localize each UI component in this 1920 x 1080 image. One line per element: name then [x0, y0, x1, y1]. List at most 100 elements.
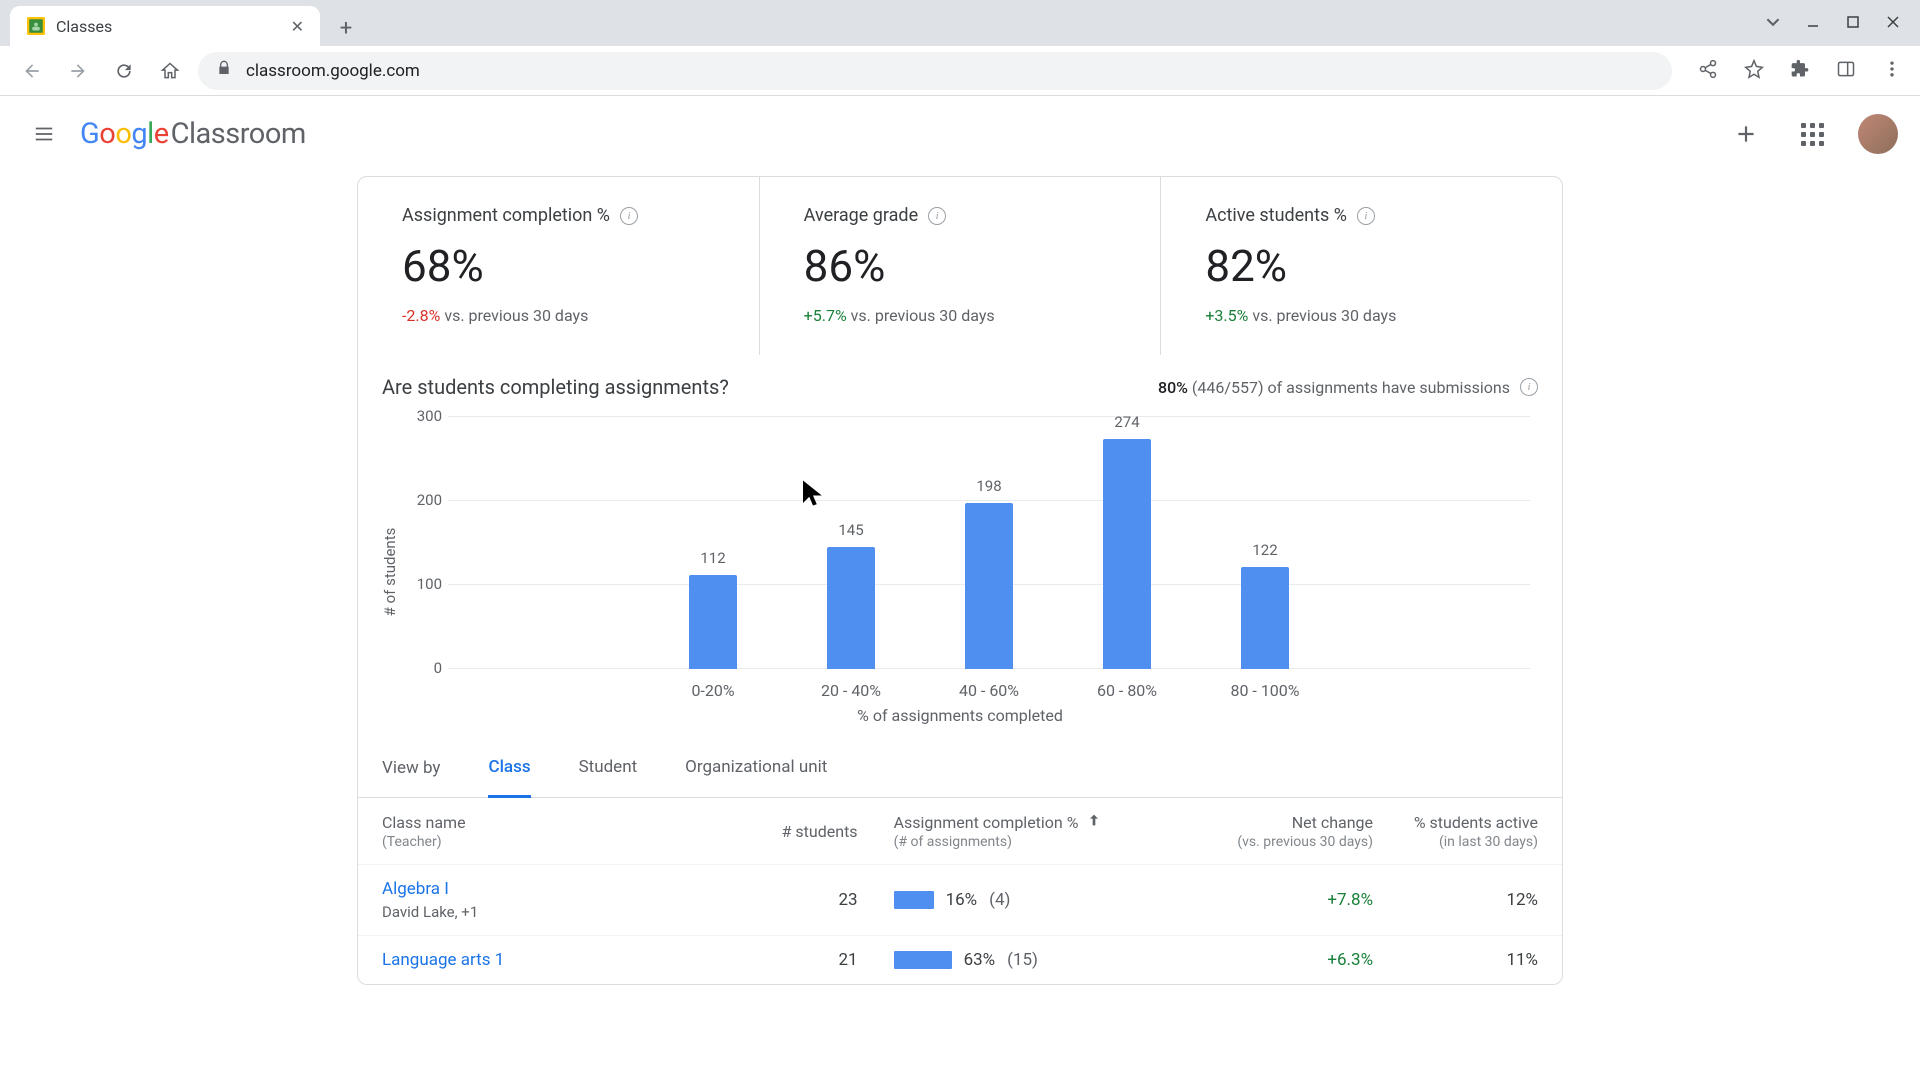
table-body: Algebra I David Lake, +1 23 16% (4) +7.8…: [358, 864, 1562, 984]
cell-netchange: +7.8%: [1327, 890, 1373, 910]
bar[interactable]: 145 20 - 40%: [827, 547, 875, 669]
tab-student[interactable]: Student: [579, 739, 638, 798]
address-bar[interactable]: classroom.google.com: [198, 52, 1672, 90]
create-button[interactable]: [1726, 114, 1766, 154]
new-tab-button[interactable]: +: [328, 10, 364, 46]
stat-card: Active students % i 82% +3.5% vs. previou…: [1160, 177, 1562, 355]
y-tick: 300: [408, 407, 442, 425]
hamburger-menu-icon[interactable]: [22, 112, 66, 156]
class-name-link[interactable]: Algebra I: [382, 879, 741, 899]
bar-value-label: 198: [939, 477, 1039, 495]
th-active-sub: (in last 30 days): [1373, 834, 1538, 850]
minimize-icon[interactable]: [1806, 14, 1820, 33]
stat-delta: +3.5% vs. previous 30 days: [1205, 306, 1518, 325]
x-axis-label: % of assignments completed: [382, 706, 1538, 725]
info-icon[interactable]: i: [1357, 207, 1375, 225]
maximize-icon[interactable]: [1846, 14, 1860, 33]
extensions-icon[interactable]: [1786, 59, 1814, 83]
bar-category-label: 0-20%: [653, 669, 773, 700]
bar[interactable]: 198 40 - 60%: [965, 503, 1013, 669]
tab-strip: Classes ✕ +: [0, 0, 1920, 46]
y-tick: 100: [408, 575, 442, 593]
bookmark-icon[interactable]: [1740, 59, 1768, 83]
browser-chrome: Classes ✕ + classroom.google.com: [0, 0, 1920, 96]
bar-category-label: 80 - 100%: [1205, 669, 1325, 700]
cell-active: 12%: [1373, 890, 1538, 910]
share-icon[interactable]: [1694, 59, 1722, 83]
info-icon[interactable]: i: [620, 207, 638, 225]
bar[interactable]: 122 80 - 100%: [1241, 567, 1289, 669]
classroom-favicon: [26, 16, 46, 36]
avatar[interactable]: [1858, 114, 1898, 154]
chart-header: Are students completing assignments? 80%…: [382, 375, 1538, 399]
logo-product: Classroom: [171, 117, 306, 151]
lock-icon: [216, 60, 232, 81]
toolbar-actions: [1694, 59, 1906, 83]
apps-grid-icon[interactable]: [1792, 114, 1832, 154]
bar-chart: 0100200300 112 0-20% 145 20 - 40% 198 40…: [448, 417, 1530, 669]
logo-google: Google: [80, 117, 169, 151]
chart-meta-text: (446/557) of assignments have submission…: [1192, 378, 1510, 397]
tab-title: Classes: [56, 17, 281, 36]
sort-asc-icon: [1086, 812, 1102, 832]
stat-card: Average grade i 86% +5.7% vs. previous 30…: [759, 177, 1161, 355]
bar-value-label: 274: [1077, 413, 1177, 431]
window-controls: [1766, 14, 1920, 33]
tab-organizational-unit[interactable]: Organizational unit: [685, 739, 827, 798]
browser-tab[interactable]: Classes ✕: [10, 6, 320, 46]
chart-meta-pct: 80%: [1158, 378, 1188, 397]
bar-value-label: 122: [1215, 541, 1315, 559]
bar[interactable]: 274 60 - 80%: [1103, 439, 1151, 669]
stats-row: Assignment completion % i 68% -2.8% vs. p…: [358, 177, 1562, 355]
kebab-menu-icon[interactable]: [1878, 59, 1906, 83]
stat-delta: -2.8% vs. previous 30 days: [402, 306, 715, 325]
cell-students: 23: [741, 890, 857, 910]
stat-title: Assignment completion %: [402, 205, 610, 226]
class-name-link[interactable]: Language arts 1: [382, 950, 741, 970]
cell-netchange: +6.3%: [1327, 950, 1373, 970]
main-content: Assignment completion % i 68% -2.8% vs. p…: [0, 172, 1920, 985]
stat-value: 82%: [1205, 240, 1518, 292]
info-icon[interactable]: i: [1520, 378, 1538, 396]
y-tick: 200: [408, 491, 442, 509]
th-class-name[interactable]: Class name: [382, 813, 741, 832]
header-actions: [1726, 114, 1898, 154]
logo[interactable]: Google Classroom: [80, 117, 306, 151]
bar-value-label: 112: [663, 549, 763, 567]
progress-bar: [894, 891, 934, 909]
stat-title: Average grade: [804, 205, 918, 226]
browser-toolbar: classroom.google.com: [0, 46, 1920, 96]
th-completion[interactable]: Assignment completion %: [894, 812, 1179, 832]
home-button[interactable]: [152, 53, 188, 89]
stat-delta: +5.7% vs. previous 30 days: [804, 306, 1117, 325]
info-icon[interactable]: i: [928, 207, 946, 225]
view-tabs: View by ClassStudentOrganizational unit: [358, 739, 1562, 798]
back-button: [14, 53, 50, 89]
bar-category-label: 20 - 40%: [791, 669, 911, 700]
stat-title: Active students %: [1205, 205, 1347, 226]
th-active[interactable]: % students active: [1373, 813, 1538, 832]
stat-value: 86%: [804, 240, 1117, 292]
th-netchange[interactable]: Net change: [1179, 813, 1373, 832]
y-axis-label: # of students: [381, 528, 399, 617]
stat-card: Assignment completion % i 68% -2.8% vs. p…: [358, 177, 759, 355]
th-students[interactable]: # students: [741, 822, 857, 841]
table-header: Class name (Teacher) # students Assignme…: [358, 798, 1562, 864]
th-netchange-sub: (vs. previous 30 days): [1179, 834, 1373, 850]
stat-value: 68%: [402, 240, 715, 292]
reload-button[interactable]: [106, 53, 142, 89]
bars-container: 112 0-20% 145 20 - 40% 198 40 - 60% 274 …: [448, 417, 1530, 669]
tab-search-icon[interactable]: [1766, 14, 1780, 33]
bar-value-label: 145: [801, 521, 901, 539]
close-tab-icon[interactable]: ✕: [291, 17, 304, 36]
cell-students: 21: [741, 950, 857, 970]
bar[interactable]: 112 0-20%: [689, 575, 737, 669]
th-class-name-sub: (Teacher): [382, 834, 741, 850]
bar-category-label: 60 - 80%: [1067, 669, 1187, 700]
table-row: Algebra I David Lake, +1 23 16% (4) +7.8…: [358, 864, 1562, 935]
cell-completion: 63% (15): [894, 950, 1179, 970]
sidepanel-icon[interactable]: [1832, 59, 1860, 83]
close-window-icon[interactable]: [1886, 14, 1900, 33]
url-text: classroom.google.com: [246, 61, 420, 81]
tab-class[interactable]: Class: [488, 739, 530, 798]
